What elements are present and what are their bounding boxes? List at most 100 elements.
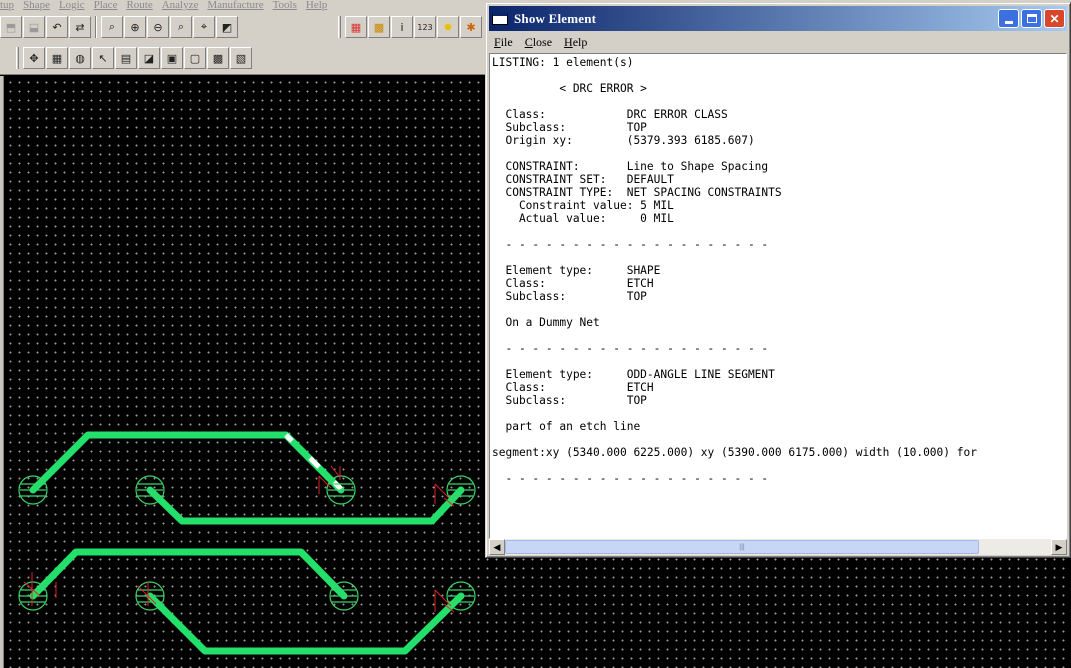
listing-line: Element type: SHAPE [505, 264, 661, 277]
pad-6[interactable] [135, 581, 165, 611]
etch-trace-3[interactable] [29, 548, 348, 600]
scroll-right-button[interactable]: ▶ [1051, 539, 1067, 555]
app-menu-tup[interactable]: tup [0, 0, 14, 11]
listing-line: On a Dummy Net [505, 316, 600, 329]
pad-2[interactable] [135, 475, 165, 505]
toolbar-grip[interactable] [338, 16, 341, 38]
listing-line: Constraint value: 5 MIL [518, 199, 674, 212]
drc-icon[interactable]: ✱ [460, 16, 482, 38]
drc-marker-group [23, 465, 455, 613]
pad-5[interactable] [18, 581, 48, 611]
zoom-out-icon[interactable]: ⊖ [147, 16, 169, 38]
scroll-left-button[interactable]: ◀ [489, 539, 505, 555]
measure-icon[interactable]: 123 [414, 16, 436, 38]
menu-help-accel: H [564, 34, 573, 49]
etch-trace-1[interactable] [29, 431, 345, 494]
copy-icon[interactable]: ▤ [115, 47, 137, 69]
zoom-in-icon[interactable]: ⊕ [124, 16, 146, 38]
pad-8[interactable] [446, 581, 476, 611]
listing-line: Subclass: TOP [505, 394, 647, 407]
pad-3[interactable] [326, 475, 356, 505]
toolbar-separator [95, 16, 97, 38]
close-button[interactable]: ✕ [1044, 9, 1065, 28]
scroll-thumb[interactable]: ||| [505, 540, 979, 554]
pad-1[interactable] [18, 475, 48, 505]
app-menu-help[interactable]: Help [306, 0, 327, 11]
title-bar[interactable]: Show Element ✕ [489, 6, 1067, 31]
delete-icon[interactable]: ▧ [230, 47, 252, 69]
etch-trace-4[interactable] [146, 592, 465, 655]
app-menu-manufacture[interactable]: Manufacture [207, 0, 263, 11]
grid-icon[interactable]: ▦ [46, 47, 68, 69]
group-icon[interactable]: ▩ [207, 47, 229, 69]
listing-line: - - - - - - - - - - - - - - - - - - - - [505, 472, 769, 485]
listing-line: Actual value: 0 MIL [518, 212, 674, 225]
scroll-track[interactable]: ||| [505, 539, 1051, 555]
listing-line: Subclass: TOP [505, 121, 647, 134]
listing-line: Class: ETCH [505, 277, 654, 290]
menu-file-rest: ile [500, 34, 513, 49]
3d-view-icon[interactable]: ◩ [216, 16, 238, 38]
window-controls: ✕ [998, 9, 1065, 28]
listing-line: - - - - - - - - - - - - - - - - - - - - [505, 238, 769, 251]
color-icon[interactable]: ▦ [345, 16, 367, 38]
listing-line: - - - - - - - - - - - - - - - - - - - - [505, 342, 769, 355]
highlight-icon[interactable]: ✹ [437, 16, 459, 38]
listing-line: Class: ETCH [505, 381, 654, 394]
menu-file[interactable]: File [494, 35, 513, 50]
zoom-center-icon[interactable]: ⌖ [193, 16, 215, 38]
zoom-fit-icon[interactable]: ⌕ [101, 16, 123, 38]
maximize-icon [1026, 14, 1037, 23]
listing-line: CONSTRAINT SET: DEFAULT [505, 173, 674, 186]
select-icon[interactable]: ↖ [92, 47, 114, 69]
app-menu-shape[interactable]: Shape [23, 0, 50, 11]
menu-help[interactable]: Help [564, 35, 587, 50]
via-icon[interactable]: ◍ [69, 47, 91, 69]
listing-line: < DRC ERROR > [559, 82, 647, 95]
app-menu-logic[interactable]: Logic [59, 0, 85, 11]
toolbar-row-1: ⬒ ⬓ ↶ ⇄ ⌕ ⊕ ⊖ ⌕ ⌖ ◩ [0, 16, 238, 38]
etch-trace-2[interactable] [146, 486, 465, 525]
toolbar-grip[interactable] [16, 47, 19, 69]
menu-help-rest: elp [572, 34, 588, 49]
window-menubar: File Close Help [490, 33, 587, 51]
listing-line: CONSTRAINT: Line to Shape Spacing [505, 160, 769, 173]
menu-close[interactable]: Close [525, 35, 552, 50]
info-icon[interactable]: i [391, 16, 413, 38]
menu-close-accel: C [524, 34, 533, 49]
window-title: Show Element [514, 10, 597, 26]
window-icon [492, 12, 508, 25]
close-icon: ✕ [1049, 11, 1060, 26]
zoom-world-icon[interactable]: ⌕ [170, 16, 192, 38]
app-menu-tools[interactable]: Tools [273, 0, 297, 11]
mirror-icon[interactable]: ◪ [138, 47, 160, 69]
listing-text: LISTING: 1 element(s) < DRC ERROR > Clas… [490, 54, 1066, 485]
layer-icon[interactable]: ▩ [368, 16, 390, 38]
app-menu-route[interactable]: Route [126, 0, 152, 11]
app-menu-analyze[interactable]: Analyze [162, 0, 199, 11]
undo-icon[interactable]: ↶ [46, 16, 68, 38]
listing-line: part of an etch line [505, 420, 641, 433]
rotate-icon[interactable]: ▣ [161, 47, 183, 69]
open-icon[interactable]: ⬒ [0, 16, 22, 38]
listing-pane[interactable]: LISTING: 1 element(s) < DRC ERROR > Clas… [489, 53, 1067, 539]
spin-icon[interactable]: ▢ [184, 47, 206, 69]
listing-line: segment:xy (5340.000 6225.000) xy (5390.… [492, 446, 977, 459]
listing-line: CONSTRAINT TYPE: NET SPACING CONSTRAINTS [505, 186, 782, 199]
listing-line: Element type: ODD-ANGLE LINE SEGMENT [505, 368, 775, 381]
menu-file-accel: F [494, 34, 501, 49]
listing-line: Class: DRC ERROR CLASS [505, 108, 728, 121]
listing-line: LISTING: 1 element(s) [492, 56, 634, 69]
horizontal-scrollbar[interactable]: ◀ ||| ▶ [489, 539, 1067, 555]
minimize-icon [1004, 20, 1013, 24]
pad-7[interactable] [329, 581, 359, 611]
minimize-button[interactable] [998, 9, 1019, 28]
move-icon[interactable]: ✥ [23, 47, 45, 69]
save-icon[interactable]: ⬓ [23, 16, 45, 38]
maximize-button[interactable] [1021, 9, 1042, 28]
redo-icon[interactable]: ⇄ [69, 16, 91, 38]
toolbar-row-2: ✥ ▦ ◍ ↖ ▤ ◪ ▣ ▢ ▩ ▧ [16, 47, 252, 69]
pad-4[interactable] [446, 475, 476, 505]
info-icon-label: i [400, 20, 404, 34]
app-menu-place[interactable]: Place [94, 0, 118, 11]
